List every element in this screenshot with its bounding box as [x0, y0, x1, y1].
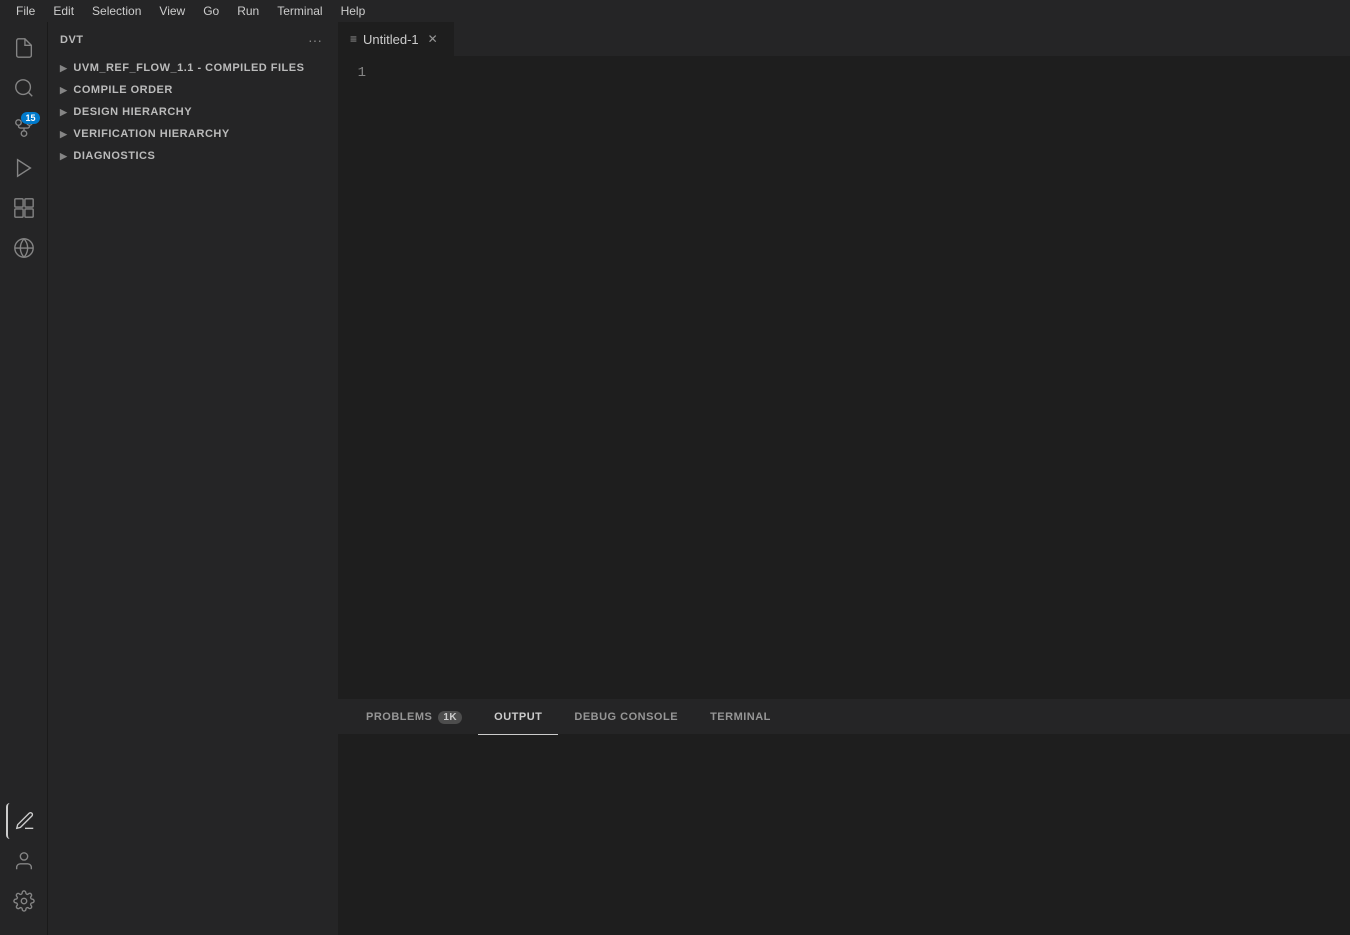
files-icon[interactable]: [6, 30, 42, 66]
menu-edit[interactable]: Edit: [45, 2, 82, 20]
sidebar-header: DVT ···: [48, 22, 338, 57]
main-container: 15: [0, 22, 1350, 935]
line-number-1: 1: [350, 65, 366, 81]
menubar: File Edit Selection View Go Run Terminal…: [0, 0, 1350, 22]
tree-item-uvm-ref-flow[interactable]: ▶ UVM_REF_FLOW_1.1 - COMPILED FILES: [48, 57, 338, 79]
menu-go[interactable]: Go: [195, 2, 227, 20]
tree-item-compile-order[interactable]: ▶ COMPILE ORDER: [48, 79, 338, 101]
sidebar: DVT ··· ▶ UVM_REF_FLOW_1.1 - COMPILED FI…: [48, 22, 338, 935]
debug-icon[interactable]: [6, 150, 42, 186]
tab-debug-console[interactable]: DEBUG CONSOLE: [558, 700, 694, 735]
menu-terminal[interactable]: Terminal: [269, 2, 330, 20]
tab-problems[interactable]: PROBLEMS 1K: [350, 700, 478, 735]
search-icon[interactable]: [6, 70, 42, 106]
settings-icon[interactable]: [6, 883, 42, 919]
editor-area: ≡ Untitled-1 ✕ 1 PROBLEMS 1K OUTPUT: [338, 22, 1350, 935]
tab-debug-console-label: DEBUG CONSOLE: [574, 711, 678, 723]
sidebar-panel-title: DVT: [60, 34, 84, 46]
tree-item-label-uvm: UVM_REF_FLOW_1.1 - COMPILED FILES: [73, 62, 304, 74]
sidebar-more-actions[interactable]: ···: [304, 29, 326, 51]
tree-item-label-compile: COMPILE ORDER: [73, 84, 172, 96]
tab-terminal-label: TERMINAL: [710, 711, 771, 723]
source-control-icon[interactable]: 15: [6, 110, 42, 146]
remote-icon[interactable]: [6, 230, 42, 266]
tree-item-label-design: DESIGN HIERARCHY: [73, 106, 192, 118]
source-control-badge: 15: [21, 112, 39, 124]
bottom-panel: PROBLEMS 1K OUTPUT DEBUG CONSOLE TERMINA…: [338, 699, 1350, 935]
tree-item-label-verification: VERIFICATION HIERARCHY: [73, 128, 229, 140]
menu-view[interactable]: View: [151, 2, 193, 20]
panel-tabs: PROBLEMS 1K OUTPUT DEBUG CONSOLE TERMINA…: [338, 700, 1350, 735]
activity-bar: 15: [0, 22, 48, 935]
editor-text-area[interactable]: [378, 57, 1350, 699]
tree-arrow-design: ▶: [60, 107, 67, 118]
tab-file-icon: ≡: [350, 32, 357, 46]
tab-label: Untitled-1: [363, 32, 419, 47]
tab-output[interactable]: OUTPUT: [478, 700, 558, 735]
menu-file[interactable]: File: [8, 2, 43, 20]
extensions-icon[interactable]: [6, 190, 42, 226]
tree-item-verification-hierarchy[interactable]: ▶ VERIFICATION HIERARCHY: [48, 123, 338, 145]
dvt-panel: DVT ··· ▶ UVM_REF_FLOW_1.1 - COMPILED FI…: [48, 22, 338, 935]
tree-item-label-diagnostics: DIAGNOSTICS: [73, 150, 155, 162]
menu-help[interactable]: Help: [333, 2, 374, 20]
line-numbers: 1: [338, 57, 378, 699]
tree-item-design-hierarchy[interactable]: ▶ DESIGN HIERARCHY: [48, 101, 338, 123]
panel-content[interactable]: [338, 735, 1350, 935]
account-icon[interactable]: [6, 843, 42, 879]
dvt-icon[interactable]: [6, 803, 42, 839]
tree-arrow-uvm: ▶: [60, 63, 67, 74]
tab-terminal[interactable]: TERMINAL: [694, 700, 787, 735]
tab-close-button[interactable]: ✕: [425, 31, 441, 47]
menu-selection[interactable]: Selection: [84, 2, 149, 20]
tab-output-label: OUTPUT: [494, 711, 542, 723]
tree-item-diagnostics[interactable]: ▶ DIAGNOSTICS: [48, 145, 338, 167]
editor-tabs: ≡ Untitled-1 ✕: [338, 22, 1350, 57]
tree-arrow-compile: ▶: [60, 85, 67, 96]
tree-arrow-verification: ▶: [60, 129, 67, 140]
tab-problems-label: PROBLEMS: [366, 711, 432, 723]
menu-run[interactable]: Run: [229, 2, 267, 20]
editor-content[interactable]: 1: [338, 57, 1350, 699]
problems-badge: 1K: [438, 711, 462, 724]
sidebar-actions: ···: [304, 29, 326, 51]
tree-arrow-diagnostics: ▶: [60, 151, 67, 162]
sidebar-content[interactable]: ▶ UVM_REF_FLOW_1.1 - COMPILED FILES ▶ CO…: [48, 57, 338, 935]
tab-untitled-1[interactable]: ≡ Untitled-1 ✕: [338, 22, 454, 56]
